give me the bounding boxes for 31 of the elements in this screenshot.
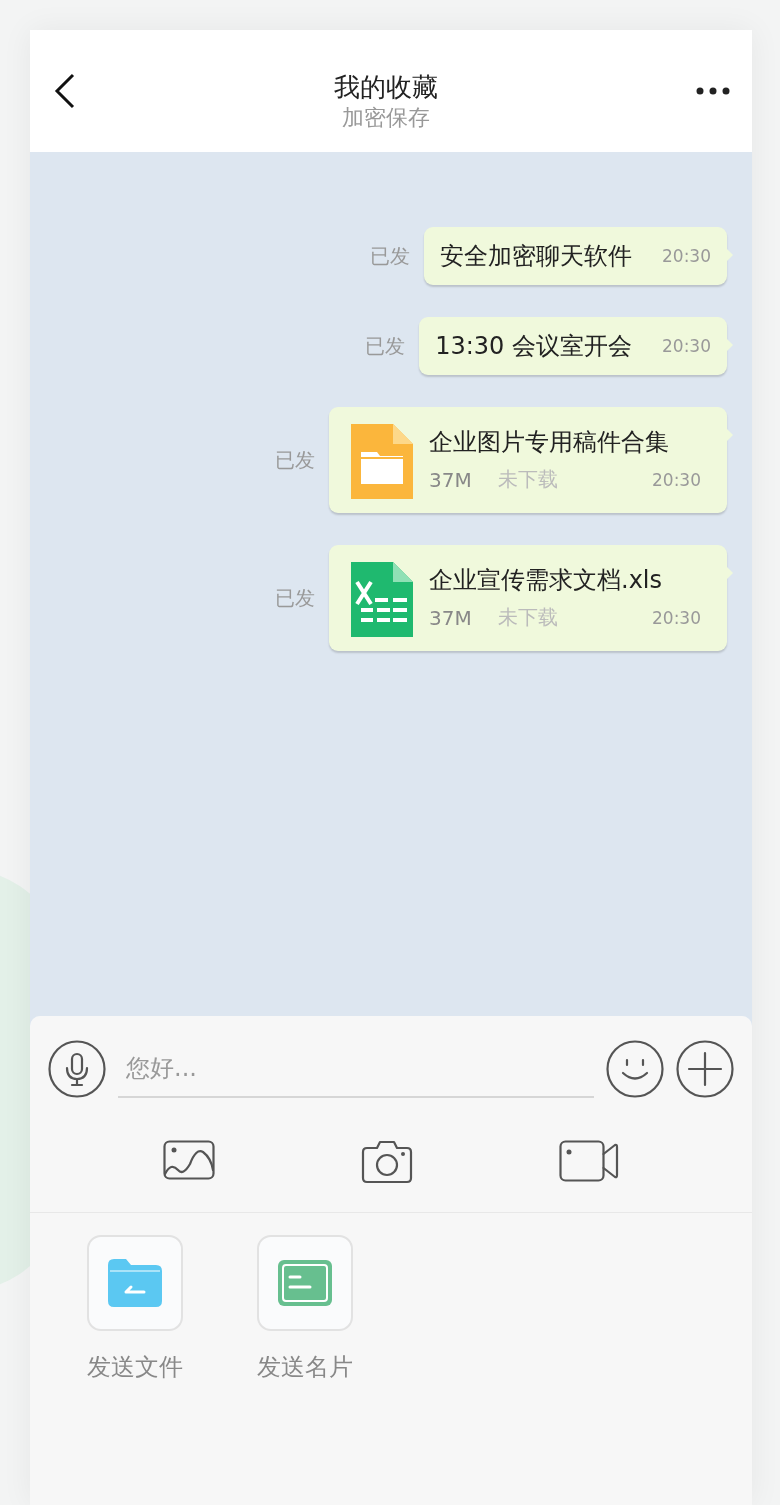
image-icon[interactable] xyxy=(163,1140,215,1180)
spreadsheet-file-icon xyxy=(351,562,413,637)
page-title: 我的收藏 xyxy=(334,71,438,103)
message-input-field[interactable]: 您好... xyxy=(118,1040,594,1098)
sent-status: 已发 xyxy=(370,242,410,270)
message-time: 20:30 xyxy=(662,246,711,266)
message-time: 20:30 xyxy=(652,469,701,490)
plus-icon[interactable] xyxy=(676,1040,734,1098)
folder-file-icon xyxy=(351,424,413,499)
microphone-icon[interactable] xyxy=(48,1040,106,1098)
message-time: 20:30 xyxy=(662,336,711,356)
message-text: 13:30 会议室开会 xyxy=(435,331,632,362)
file-name: 企业图片专用稿件合集 xyxy=(429,427,670,458)
video-camera-icon[interactable] xyxy=(559,1140,619,1182)
sent-status: 已发 xyxy=(365,332,406,360)
camera-icon[interactable] xyxy=(361,1140,413,1184)
back-icon[interactable] xyxy=(54,73,76,109)
card-icon xyxy=(278,1260,332,1306)
download-status: 未下载 xyxy=(497,466,559,493)
folder-icon xyxy=(108,1259,162,1307)
smile-icon[interactable] xyxy=(606,1040,664,1098)
file-size: 37M xyxy=(429,467,472,492)
file-name: 企业宣传需求文档.xls xyxy=(429,565,663,596)
message-time: 20:30 xyxy=(652,607,701,628)
message-text: 安全加密聊天软件 xyxy=(440,241,632,272)
page-subtitle: 加密保存 xyxy=(342,104,430,132)
more-icon[interactable] xyxy=(696,87,730,95)
sent-status: 已发 xyxy=(275,584,315,612)
download-status: 未下载 xyxy=(497,604,559,631)
sent-status: 已发 xyxy=(275,446,315,474)
file-size: 37M xyxy=(429,605,472,630)
